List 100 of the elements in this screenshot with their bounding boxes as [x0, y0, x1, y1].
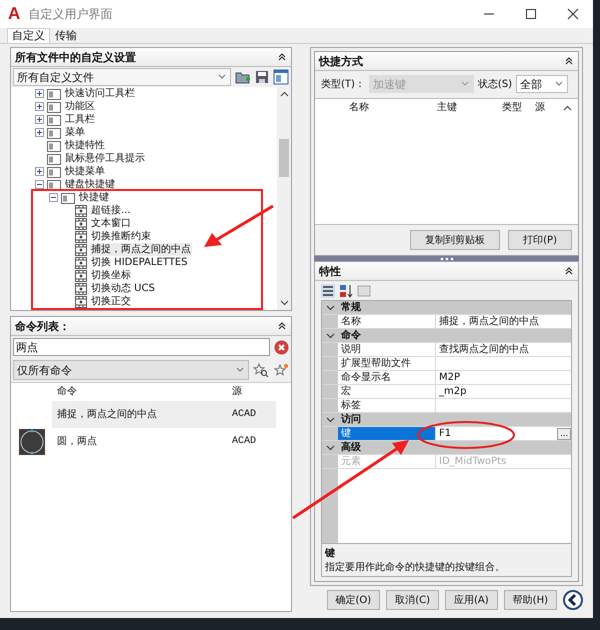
property-value[interactable]: F1: [439, 427, 452, 440]
star-search-icon[interactable]: [253, 363, 269, 377]
property-name[interactable]: 标签: [338, 399, 436, 412]
command-cell[interactable]: 圆，两点: [52, 428, 228, 455]
dialog-button[interactable]: 确定(O): [326, 590, 380, 610]
expand-icon[interactable]: [35, 128, 44, 137]
property-name[interactable]: 键: [338, 427, 436, 440]
scroll-up-icon[interactable]: [563, 104, 572, 110]
keypad-icon: [75, 296, 87, 308]
command-cell[interactable]: 捕捉，两点之间的中点: [52, 401, 228, 428]
arrow: [204, 204, 274, 247]
tree-item[interactable]: 快捷菜单: [64, 165, 106, 178]
expand-icon[interactable]: [35, 115, 44, 124]
tree-item[interactable]: 快捷键: [78, 191, 110, 204]
filter-dropdown[interactable]: 仅所有命令: [13, 360, 249, 380]
dialog-button[interactable]: 应用(A): [445, 590, 498, 610]
tree-item[interactable]: 键盘快捷键: [64, 178, 116, 191]
chevron-down-icon[interactable]: [217, 73, 227, 81]
panel-title: 特性: [319, 264, 341, 278]
browse-button[interactable]: ...: [557, 428, 571, 440]
source-cell-text: ACAD: [231, 435, 258, 449]
status-dropdown[interactable]: 全部: [516, 75, 568, 93]
scroll-up-icon[interactable]: [280, 91, 288, 97]
column-header[interactable]: 名称: [349, 98, 437, 116]
category-heading[interactable]: 命令: [338, 329, 571, 342]
expand-icon[interactable]: [35, 89, 44, 98]
window-icon[interactable]: [273, 69, 289, 85]
back-icon[interactable]: [563, 590, 583, 610]
collapse-icon[interactable]: [277, 321, 287, 331]
collapse-icon[interactable]: [326, 416, 334, 422]
property-name[interactable]: 宏: [338, 385, 436, 398]
scrollbar-thumb[interactable]: [279, 139, 289, 177]
expand-icon[interactable]: [35, 102, 44, 111]
tree-item[interactable]: 切换坐标: [90, 269, 132, 282]
tab[interactable]: 自定义: [7, 28, 50, 43]
dialog-button[interactable]: 取消(C): [386, 590, 440, 610]
tree-item[interactable]: 鼠标悬停工具提示: [64, 152, 146, 165]
column-header[interactable]: 源: [228, 383, 276, 401]
chevron-down-icon[interactable]: [554, 80, 564, 88]
clear-icon[interactable]: [274, 340, 289, 354]
keypad-icon: [75, 230, 87, 242]
column-header[interactable]: 类型: [502, 98, 535, 116]
tree-item[interactable]: 工具栏: [64, 113, 96, 126]
property-value[interactable]: _m2p: [439, 385, 466, 398]
chevron-down-icon[interactable]: [235, 366, 245, 374]
property-value[interactable]: 捕捉，两点之间的中点: [439, 315, 539, 328]
folder-icon: [47, 140, 61, 152]
column-header[interactable]: 命令: [52, 383, 228, 401]
file-dropdown[interactable]: 所有自定义文件: [13, 68, 231, 86]
property-value[interactable]: M2P: [439, 371, 460, 384]
tree-item[interactable]: 文本窗口: [90, 217, 132, 230]
star-icon[interactable]: [273, 363, 289, 377]
folder-icon: [47, 100, 61, 112]
category-heading[interactable]: 常规: [338, 301, 571, 314]
collapse-icon[interactable]: [49, 193, 58, 202]
tab[interactable]: 传输: [50, 28, 82, 43]
tree-item[interactable]: 菜单: [64, 126, 86, 139]
property-name[interactable]: 说明: [338, 343, 436, 356]
categorized-icon[interactable]: [321, 284, 335, 298]
property-value[interactable]: 查找两点之间的中点: [439, 343, 529, 356]
folder-icon: [47, 178, 61, 190]
property-name[interactable]: 命令显示名: [338, 371, 436, 384]
collapse-icon[interactable]: [564, 266, 574, 276]
collapse-icon[interactable]: [326, 444, 334, 450]
save-icon[interactable]: [255, 70, 269, 84]
collapse-icon[interactable]: [35, 180, 44, 189]
panel-button[interactable]: 复制到剪贴板: [410, 230, 500, 250]
category-heading[interactable]: 访问: [338, 413, 571, 426]
keypad-icon: [75, 256, 87, 268]
expand-icon[interactable]: [35, 167, 44, 176]
collapse-icon[interactable]: [326, 332, 334, 338]
scrollbar[interactable]: [277, 87, 291, 310]
dialog-button[interactable]: 帮助(H): [504, 590, 557, 610]
search-field[interactable]: 两点: [13, 338, 270, 356]
panel-title: 所有文件中的自定义设置: [15, 50, 136, 64]
tree-item[interactable]: 捕捉，两点之间的中点: [90, 243, 192, 256]
sort-icon[interactable]: [339, 284, 353, 298]
property-name[interactable]: 扩展型帮助文件: [338, 357, 436, 370]
column-header[interactable]: 源: [535, 98, 555, 116]
tree-item[interactable]: 切换 HIDEPALETTES: [90, 256, 188, 269]
tree-item[interactable]: 功能区: [64, 100, 96, 113]
collapse-icon[interactable]: [564, 56, 574, 66]
collapse-icon[interactable]: [326, 304, 334, 310]
open-folder-icon[interactable]: [235, 70, 251, 84]
tree-item[interactable]: 切换正交: [90, 295, 132, 308]
tree-item[interactable]: 切换动态 UCS: [90, 282, 156, 295]
window-title: 自定义用户界面: [28, 6, 112, 22]
panel-button[interactable]: 打印(P): [508, 230, 572, 250]
property-name[interactable]: 名称: [338, 315, 436, 328]
category-heading[interactable]: 高级: [338, 441, 571, 454]
tree-item[interactable]: 快捷特性: [64, 139, 106, 152]
tree-item[interactable]: 切换推断约束: [90, 230, 152, 243]
splitter-handle[interactable]: [314, 256, 579, 261]
scroll-down-icon[interactable]: [280, 300, 288, 306]
maximize-icon[interactable]: [525, 8, 537, 20]
tree-item[interactable]: 超链接...: [90, 204, 132, 217]
collapse-icon[interactable]: [277, 52, 287, 62]
close-icon[interactable]: [567, 8, 579, 20]
tree-item[interactable]: 快速访问工具栏: [64, 87, 136, 100]
column-header[interactable]: 主键: [437, 98, 502, 116]
